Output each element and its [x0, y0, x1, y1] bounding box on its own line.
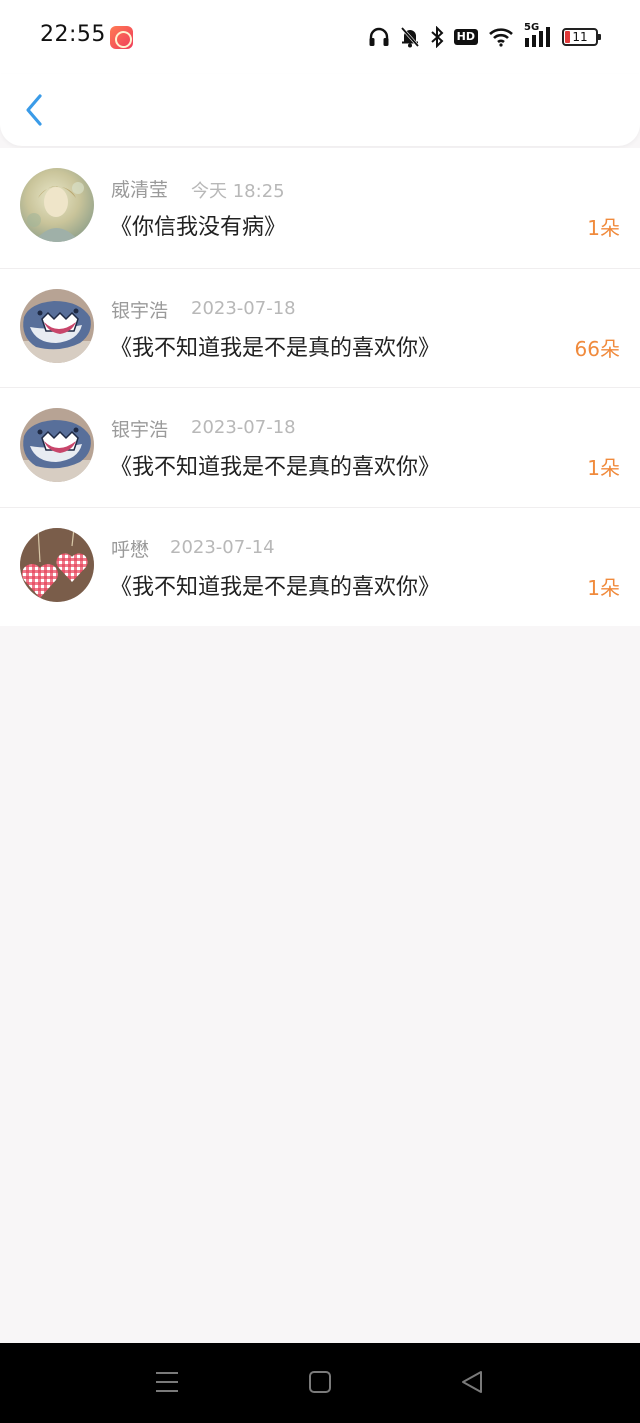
- wifi-icon: [489, 28, 513, 47]
- menu-icon[interactable]: [155, 1369, 179, 1395]
- home-icon[interactable]: [308, 1369, 332, 1395]
- send-date: 2023-07-18: [191, 297, 296, 319]
- avatar[interactable]: [20, 288, 94, 363]
- send-date: 今天 18:25: [191, 181, 285, 202]
- avatar[interactable]: [20, 408, 94, 482]
- signal-5g-icon: 5G: [524, 22, 552, 48]
- gift-list: 威清莹 今天 18:25 《你信我没有病》 1朵 银宇浩 2023-07-18 …: [0, 148, 640, 626]
- list-item[interactable]: 银宇浩 2023-07-18 《我不知道我是不是真的喜欢你》 66朵: [0, 267, 640, 388]
- list-item[interactable]: 呼懋 2023-07-14 《我不知道我是不是真的喜欢你》 1朵: [0, 506, 640, 627]
- flower-count: 1朵: [587, 216, 620, 240]
- avatar[interactable]: [20, 527, 94, 602]
- back-triangle-icon[interactable]: [460, 1369, 484, 1395]
- book-title: 《我不知道我是不是真的喜欢你》: [110, 335, 441, 361]
- bell-off-icon: [400, 27, 419, 48]
- app-badge-icon: [110, 26, 133, 49]
- sender-name: 呼懋: [111, 538, 150, 561]
- status-icons: HD 5G 11: [368, 22, 601, 50]
- sender-name: 银宇浩: [111, 299, 169, 322]
- book-title: 《我不知道我是不是真的喜欢你》: [110, 455, 441, 480]
- chevron-left-icon[interactable]: [20, 92, 50, 128]
- status-time: 22:55: [40, 22, 106, 47]
- send-date: 2023-07-14: [170, 536, 275, 558]
- status-bar: 22:55 HD 5G 11: [0, 0, 640, 74]
- header-bar: [0, 74, 640, 146]
- avatar[interactable]: [20, 168, 94, 242]
- sender-name: 威清莹: [111, 179, 169, 201]
- list-item[interactable]: 威清莹 今天 18:25 《你信我没有病》 1朵: [0, 148, 640, 268]
- book-title: 《你信我没有病》: [110, 215, 287, 240]
- hd-icon: HD: [453, 29, 478, 45]
- battery-icon: 11: [562, 28, 601, 46]
- flower-count: 1朵: [587, 575, 620, 600]
- sender-name: 银宇浩: [111, 419, 169, 441]
- flower-count: 1朵: [587, 456, 620, 480]
- headphones-icon: [369, 27, 389, 46]
- send-date: 2023-07-18: [191, 417, 296, 438]
- system-nav-bar: [0, 1343, 640, 1423]
- list-item[interactable]: 银宇浩 2023-07-18 《我不知道我是不是真的喜欢你》 1朵: [0, 387, 640, 507]
- book-title: 《我不知道我是不是真的喜欢你》: [110, 574, 441, 600]
- flower-count: 66朵: [574, 336, 620, 361]
- bluetooth-icon: [430, 26, 444, 48]
